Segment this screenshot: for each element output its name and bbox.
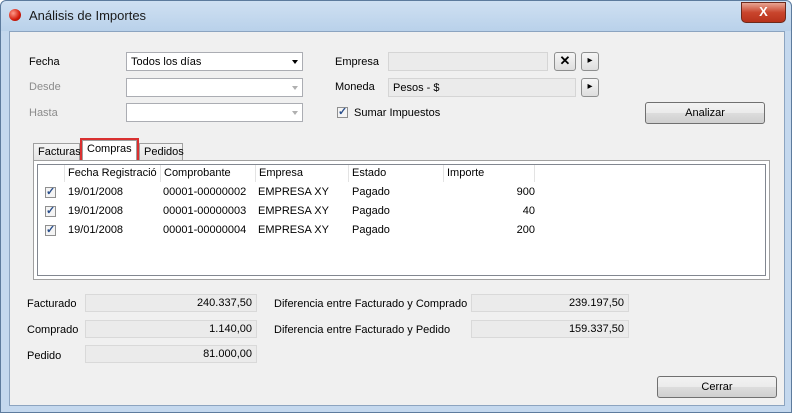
table-row[interactable]: 19/01/2008 00001-00000002 EMPRESA XY Pag…	[38, 183, 765, 201]
tab-pedidos[interactable]: Pedidos	[139, 143, 184, 161]
cell-estado: Pagado	[352, 224, 390, 236]
cell-fecha: 19/01/2008	[68, 186, 124, 198]
cell-fecha: 19/01/2008	[68, 205, 124, 217]
moneda-next-button[interactable]: ▸	[581, 78, 599, 97]
cerrar-button[interactable]: Cerrar	[657, 376, 777, 398]
cell-importe: 200	[516, 224, 535, 236]
cell-empresa: EMPRESA XY	[258, 224, 329, 236]
table-row[interactable]: 19/01/2008 00001-00000004 EMPRESA XY Pag…	[38, 221, 765, 239]
moneda-value: Pesos - $	[393, 82, 440, 94]
sumar-impuestos-checkbox[interactable]	[337, 105, 348, 118]
fecha-select[interactable]: Todos los días	[126, 52, 303, 71]
analisis-importes-window: Análisis de Importes X Fecha Todos los d…	[0, 0, 792, 413]
cell-fecha: 19/01/2008	[68, 224, 124, 236]
cell-estado: Pagado	[352, 186, 390, 198]
cell-comprobante: 00001-00000002	[163, 186, 247, 198]
title-bar[interactable]: Análisis de Importes X	[1, 1, 791, 31]
compras-list[interactable]: Fecha Registració Comprobante Empresa Es…	[37, 164, 766, 276]
facturado-value: 240.337,50	[85, 294, 257, 312]
cell-importe: 900	[516, 186, 535, 198]
app-icon	[9, 9, 21, 21]
diferencia-comprado-label: Diferencia entre Facturado y Comprado	[274, 298, 468, 310]
pedido-label: Pedido	[27, 350, 62, 362]
cell-empresa: EMPRESA XY	[258, 205, 329, 217]
fecha-select-value: Todos los días	[131, 56, 202, 68]
table-row[interactable]: 19/01/2008 00001-00000003 EMPRESA XY Pag…	[38, 202, 765, 220]
comprado-value: 1.140,00	[85, 320, 257, 338]
cell-comprobante: 00001-00000004	[163, 224, 247, 236]
window-title: Análisis de Importes	[29, 8, 147, 23]
cell-estado: Pagado	[352, 205, 390, 217]
header-empresa[interactable]: Empresa	[256, 165, 349, 182]
diferencia-pedido-label: Diferencia entre Facturado y Pedido	[274, 324, 451, 336]
empresa-label: Empresa	[335, 56, 380, 68]
tab-facturas[interactable]: Facturas	[33, 143, 81, 161]
header-fecha[interactable]: Fecha Registració	[65, 165, 161, 182]
desde-label: Desde	[29, 81, 61, 93]
row-checkbox[interactable]	[45, 223, 56, 236]
header-estado[interactable]: Estado	[349, 165, 444, 182]
header-check-column	[38, 165, 65, 182]
chevron-down-icon	[292, 86, 298, 90]
cell-empresa: EMPRESA XY	[258, 186, 329, 198]
desde-date-picker[interactable]	[126, 78, 303, 97]
row-checkbox[interactable]	[45, 185, 56, 198]
pedido-value: 81.000,00	[85, 345, 257, 363]
hasta-label: Hasta	[29, 107, 58, 119]
dialog-body: Fecha Todos los días Desde Hasta Empresa…	[9, 31, 785, 406]
compras-tab-panel: Fecha Registració Comprobante Empresa Es…	[33, 160, 770, 280]
header-comprobante[interactable]: Comprobante	[161, 165, 256, 182]
sumar-impuestos-label: Sumar Impuestos	[354, 107, 441, 119]
analizar-button[interactable]: Analizar	[645, 102, 765, 124]
hasta-date-picker[interactable]	[126, 103, 303, 122]
diferencia-pedido-value: 159.337,50	[471, 320, 629, 338]
empresa-field[interactable]	[388, 52, 548, 71]
empresa-next-button[interactable]: ▸	[581, 52, 599, 71]
header-importe[interactable]: Importe	[444, 165, 535, 182]
empresa-clear-button[interactable]: ✕	[554, 52, 576, 71]
cell-comprobante: 00001-00000003	[163, 205, 247, 217]
comprado-label: Comprado	[27, 324, 79, 336]
close-window-button[interactable]: X	[741, 2, 786, 23]
row-checkbox[interactable]	[45, 204, 56, 217]
facturado-label: Facturado	[27, 298, 77, 310]
chevron-down-icon	[292, 60, 298, 64]
moneda-field[interactable]: Pesos - $	[388, 78, 576, 97]
tab-highlight-annotation	[80, 138, 139, 162]
moneda-label: Moneda	[335, 81, 375, 93]
chevron-down-icon	[292, 111, 298, 115]
diferencia-comprado-value: 239.197,50	[471, 294, 629, 312]
fecha-label: Fecha	[29, 56, 60, 68]
cell-importe: 40	[522, 205, 535, 217]
